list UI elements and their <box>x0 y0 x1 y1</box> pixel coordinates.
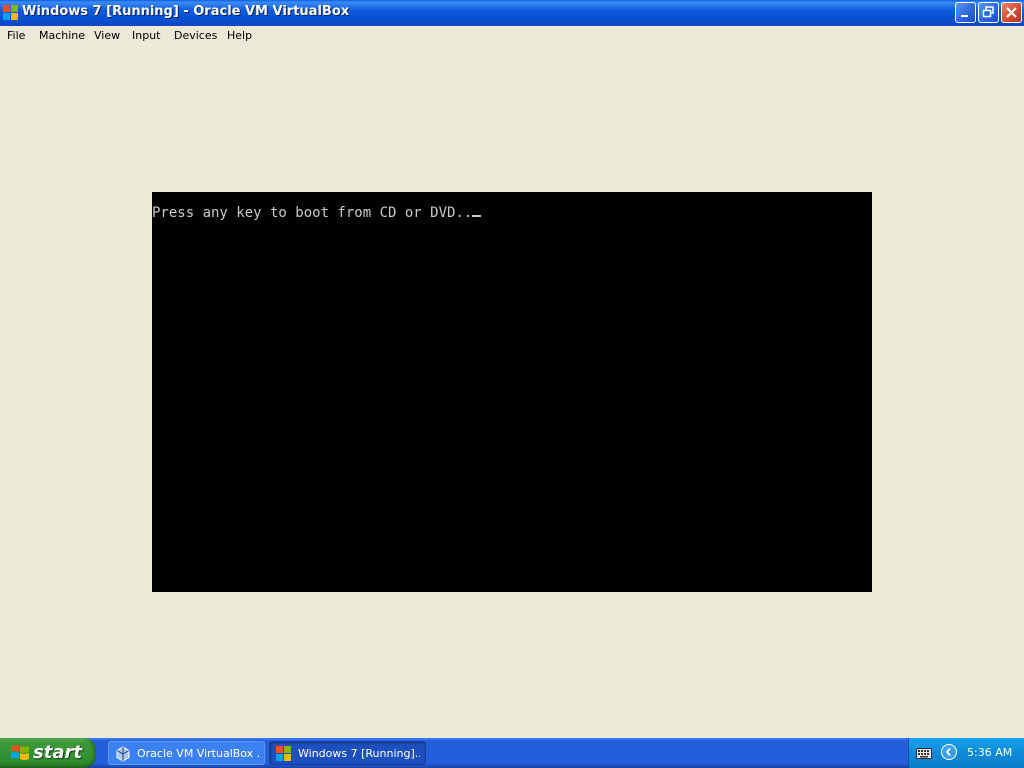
window-titlebar[interactable]: Windows 7 [Running] - Oracle VM VirtualB… <box>0 0 1024 26</box>
taskbar: start Oracle VM VirtualBox ... Windows 7… <box>0 738 1024 768</box>
taskbar-button-virtualbox-manager[interactable]: Oracle VM VirtualBox ... <box>108 741 265 765</box>
show-hidden-icons-icon[interactable] <box>941 744 957 760</box>
menu-view[interactable]: View <box>94 29 120 42</box>
virtualbox-window-icon[interactable] <box>3 5 19 21</box>
vm-display-area: Press any key to boot from CD or DVD.. <box>0 46 1024 738</box>
taskbar-button-label: Oracle VM VirtualBox ... <box>137 747 259 760</box>
console-line: Press any key to boot from CD or DVD.. <box>152 205 473 221</box>
text-cursor <box>472 215 482 217</box>
console-output: Press any key to boot from CD or DVD.. <box>152 205 482 221</box>
start-label: start <box>33 742 82 763</box>
restore-button[interactable] <box>978 2 999 23</box>
menu-input[interactable]: Input <box>132 29 160 42</box>
menu-machine[interactable]: Machine <box>39 29 85 42</box>
menu-devices[interactable]: Devices <box>174 29 217 42</box>
minimize-icon <box>961 15 968 17</box>
clock[interactable]: 5:36 AM <box>967 746 1012 759</box>
system-tray: 5:36 AM <box>908 738 1024 768</box>
taskbar-button-label: Windows 7 [Running]... <box>298 747 420 760</box>
windows-flag-icon <box>276 746 292 762</box>
window-title: Windows 7 [Running] - Oracle VM VirtualB… <box>22 4 350 19</box>
menu-file[interactable]: File <box>7 29 25 42</box>
menu-bar: File Machine View Input Devices Help <box>0 26 1024 47</box>
windows-logo-icon <box>10 744 30 767</box>
keyboard-icon[interactable] <box>916 747 932 765</box>
close-button[interactable] <box>1001 2 1022 23</box>
menu-help[interactable]: Help <box>227 29 252 42</box>
restore-icon <box>982 6 994 18</box>
virtualbox-cube-icon <box>115 746 131 762</box>
start-button[interactable]: start <box>0 738 96 768</box>
vm-screen[interactable]: Press any key to boot from CD or DVD.. <box>152 192 872 592</box>
taskbar-button-windows7-vm[interactable]: Windows 7 [Running]... <box>269 741 426 765</box>
close-icon <box>1006 7 1017 18</box>
minimize-button[interactable] <box>955 2 976 23</box>
